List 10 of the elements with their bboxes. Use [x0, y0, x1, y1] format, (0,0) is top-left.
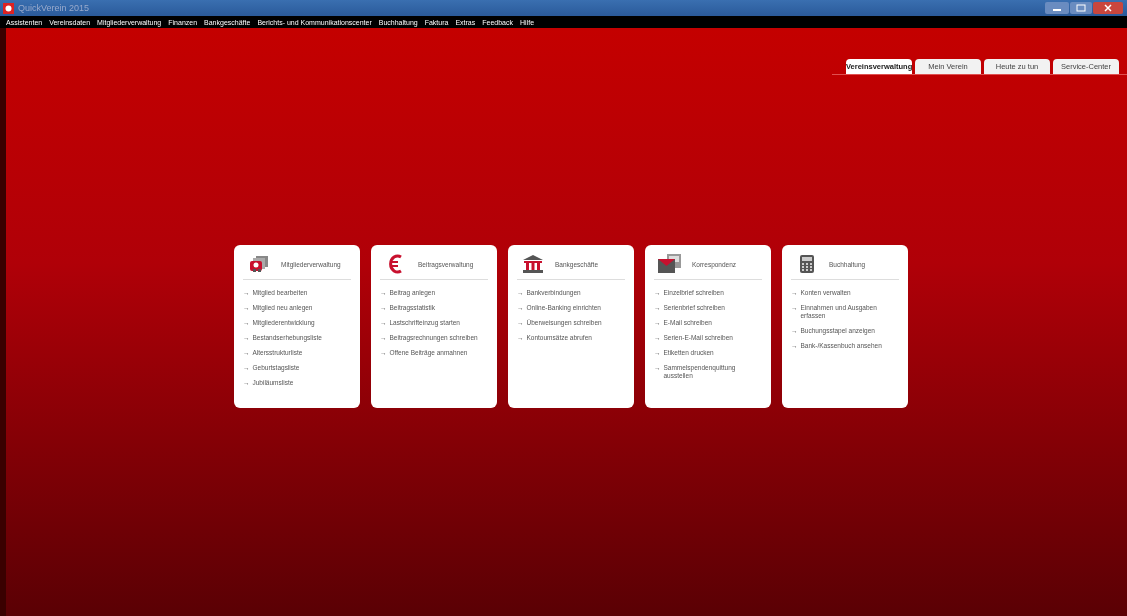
mail-icon	[658, 254, 682, 274]
calculator-icon	[800, 255, 814, 273]
maximize-icon[interactable]	[1070, 2, 1092, 14]
window-title: QuickVerein 2015	[18, 3, 90, 13]
minimize-icon[interactable]	[1045, 2, 1069, 14]
euro-icon	[389, 254, 403, 274]
app-icon	[3, 2, 14, 14]
close-icon[interactable]	[1093, 2, 1123, 14]
members-icon	[249, 255, 269, 273]
bank-icon	[523, 255, 543, 273]
